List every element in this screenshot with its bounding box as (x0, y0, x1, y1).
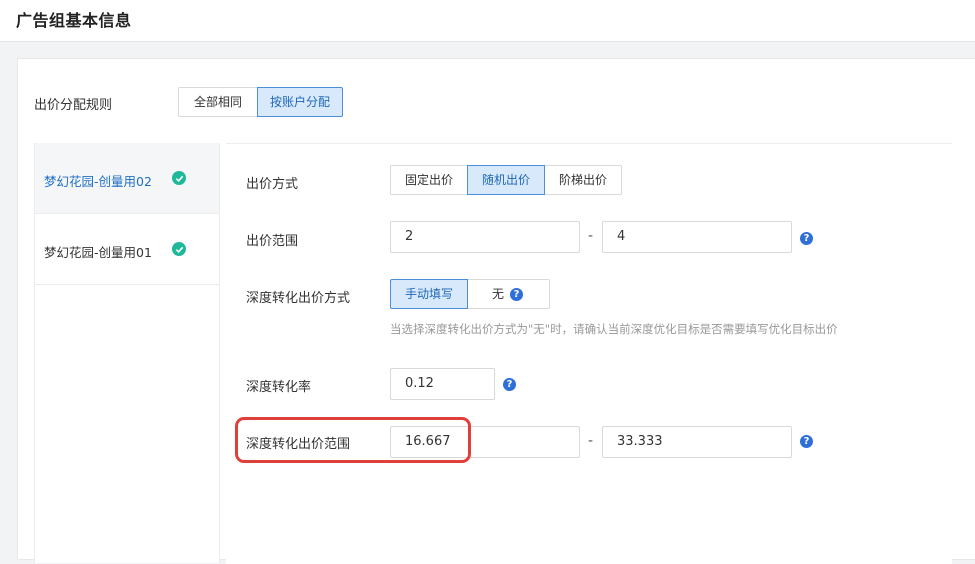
bid-method-random[interactable]: 随机出价 (467, 165, 546, 195)
bid-range-min-input[interactable]: 2 (390, 221, 580, 253)
bid-method-fixed[interactable]: 固定出价 (390, 165, 469, 195)
deep-bid-method-none[interactable]: 无 ? (467, 279, 551, 309)
range-separator: - (588, 433, 594, 449)
help-icon[interactable]: ? (800, 232, 813, 245)
deep-bid-range-min-input[interactable]: 16.667 (390, 426, 580, 458)
deep-bid-method-label: 深度转化出价方式 (246, 291, 351, 306)
bid-method-tiered[interactable]: 阶梯出价 (544, 165, 623, 195)
allocation-option-same[interactable]: 全部相同 (178, 87, 259, 117)
deep-rate-input[interactable]: 0.12 (390, 368, 495, 400)
page-title: 广告组基本信息 (16, 11, 132, 30)
deep-bid-method-none-label: 无 (492, 287, 505, 301)
bid-range-max-input[interactable]: 4 (602, 221, 792, 253)
deep-bid-range-max-input[interactable]: 33.333 (602, 426, 792, 458)
bid-range-label: 出价范围 (246, 234, 299, 249)
check-circle-icon (172, 171, 186, 185)
account-bid-detail: 出价方式 固定出价 随机出价 阶梯出价 出价范围 2 - 4 ? 深度转化出价方… (226, 143, 952, 564)
bid-allocation-selector: 全部相同 按账户分配 (178, 87, 344, 117)
account-name: 梦幻花园-创量用01 (44, 245, 152, 260)
deep-bid-method-selector: 手动填写 无 ? (390, 279, 551, 309)
help-icon[interactable]: ? (800, 435, 813, 448)
account-list: 梦幻花园-创量用02 梦幻花园-创量用01 (34, 143, 220, 563)
check-circle-icon (172, 242, 186, 256)
deep-bid-range-label: 深度转化出价范围 (246, 437, 351, 452)
bid-method-selector: 固定出价 随机出价 阶梯出价 (390, 165, 623, 195)
bid-allocation-label: 出价分配规则 (34, 98, 113, 113)
deep-bid-method-manual[interactable]: 手动填写 (390, 279, 469, 309)
deep-rate-label: 深度转化率 (246, 380, 312, 395)
account-name: 梦幻花园-创量用02 (44, 174, 152, 189)
settings-panel: 出价分配规则 全部相同 按账户分配 梦幻花园-创量用02 梦幻花园-创量用01 … (17, 58, 975, 564)
allocation-option-by-account[interactable]: 按账户分配 (257, 87, 344, 117)
range-separator: - (588, 228, 594, 244)
page-header: 广告组基本信息 (0, 0, 975, 42)
help-icon[interactable]: ? (503, 378, 516, 391)
account-item[interactable]: 梦幻花园-创量用02 (35, 143, 219, 214)
bid-method-label: 出价方式 (246, 177, 299, 192)
account-item[interactable]: 梦幻花园-创量用01 (35, 214, 219, 285)
help-icon[interactable]: ? (510, 287, 524, 301)
deep-bid-method-hint: 当选择深度转化出价方式为"无"时，请确认当前深度优化目标是否需要填写优化目标出价 (390, 322, 838, 336)
